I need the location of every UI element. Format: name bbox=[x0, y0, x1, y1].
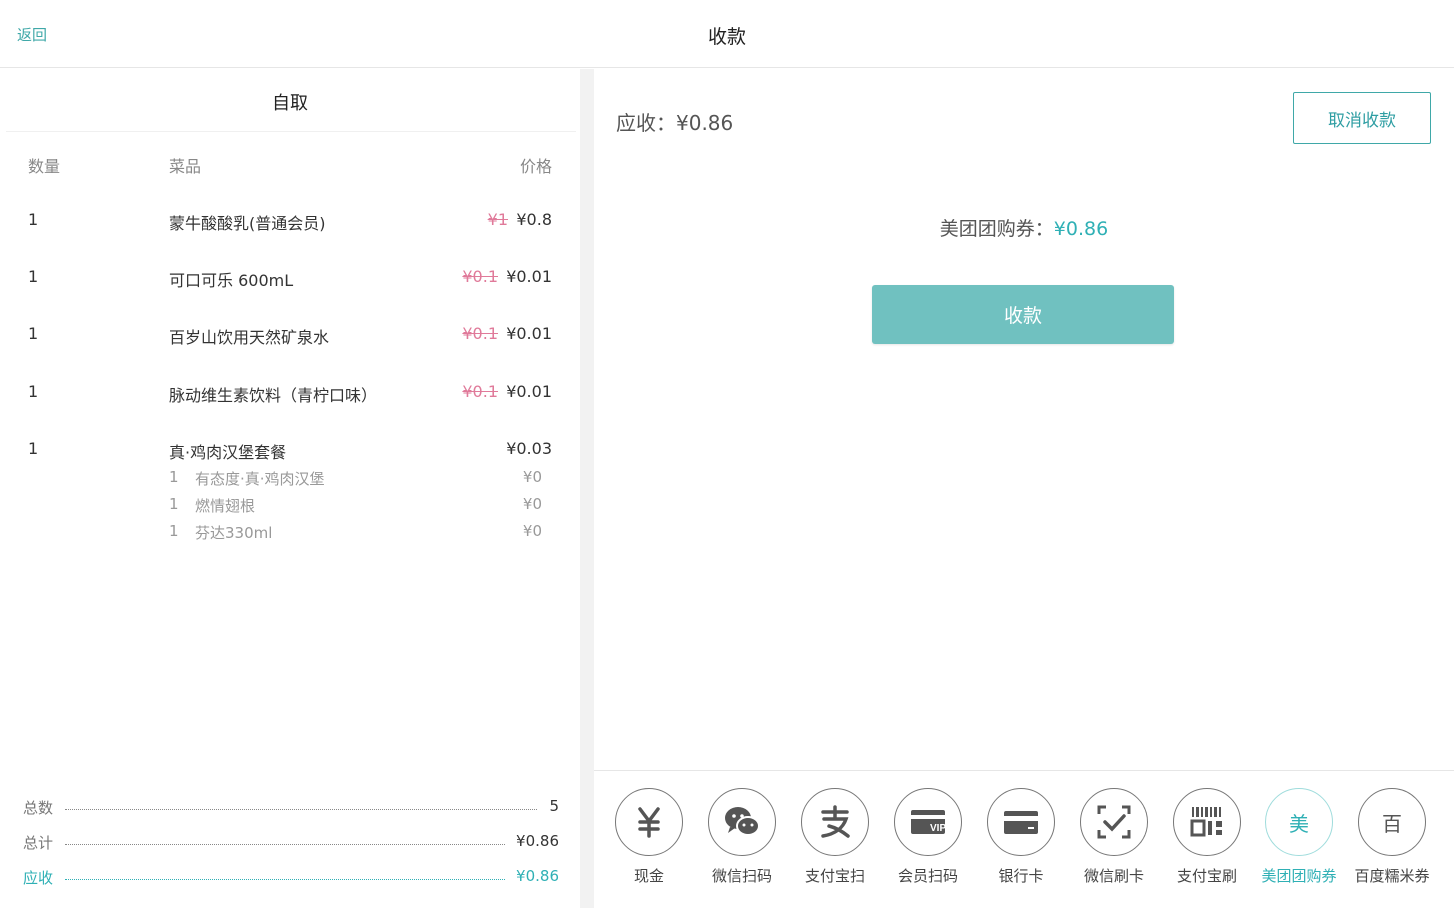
amount-due: 应收：¥0.86 bbox=[616, 111, 734, 135]
method-label: 支付宝刷 bbox=[1176, 867, 1237, 885]
wechat-icon bbox=[708, 788, 776, 856]
method-label: 银行卡 bbox=[998, 867, 1044, 885]
leader-dots bbox=[65, 844, 505, 845]
summary-count-label: 总数 bbox=[23, 799, 54, 817]
baidu-nuomi-icon: 百 bbox=[1358, 788, 1426, 856]
summary-count: 总数 5 bbox=[23, 797, 559, 819]
cancel-payment-button[interactable]: 取消收款 bbox=[1293, 92, 1431, 144]
order-item-row: 1 蒙牛酸酸乳(普通会员) ¥1 ¥0.8 bbox=[0, 210, 580, 240]
column-header-item: 菜品 bbox=[169, 157, 202, 176]
method-alipay-scan[interactable]: 支付宝扫 bbox=[788, 788, 882, 886]
vip-card-icon: VIP bbox=[894, 788, 962, 856]
summary-due-label: 应收 bbox=[23, 869, 54, 887]
summary-due: 应收 ¥0.86 bbox=[23, 867, 559, 889]
barcode-icon bbox=[1173, 788, 1241, 856]
item-name: 真·鸡肉汉堡套餐 bbox=[169, 443, 287, 462]
sub-item-name: 芬达330ml bbox=[195, 524, 273, 542]
sub-item-name: 有态度·真·鸡肉汉堡 bbox=[195, 470, 325, 488]
method-alipay-card[interactable]: 支付宝刷 bbox=[1160, 788, 1254, 886]
voucher-amount-line: 美团团购券：¥0.86 bbox=[594, 214, 1454, 241]
method-baidu-nuomi-voucher[interactable]: 百 百度糯米券 bbox=[1345, 788, 1439, 886]
item-name: 可口可乐 600mL bbox=[169, 271, 294, 290]
sub-item-name: 燃情翅根 bbox=[195, 497, 256, 515]
title-divider bbox=[6, 131, 576, 132]
method-label: 会员扫码 bbox=[897, 867, 958, 885]
summary-count-value: 5 bbox=[549, 797, 559, 815]
sub-item-price: ¥0 bbox=[522, 468, 542, 486]
method-wechat-card[interactable]: 微信刷卡 bbox=[1067, 788, 1161, 886]
payment-methods-bar: 现金 微信扫码 支付宝扫 VIP 会员扫码 银行卡 微信刷卡 支付宝刷 美 美团… bbox=[594, 770, 1454, 908]
meituan-icon: 美 bbox=[1265, 788, 1333, 856]
item-qty: 1 bbox=[28, 324, 39, 343]
item-original-price: ¥1 bbox=[487, 210, 508, 229]
item-qty: 1 bbox=[28, 382, 39, 401]
item-price: ¥0.01 bbox=[506, 324, 552, 343]
voucher-amount: ¥0.86 bbox=[1053, 218, 1109, 240]
method-label: 微信扫码 bbox=[711, 867, 772, 885]
item-qty: 1 bbox=[28, 210, 39, 229]
item-price: ¥0.01 bbox=[506, 267, 552, 286]
item-price: ¥0.01 bbox=[506, 382, 552, 401]
baidu-glyph: 百 bbox=[1382, 811, 1402, 836]
voucher-label: 美团团购券： bbox=[939, 218, 1054, 240]
item-price: ¥0.03 bbox=[506, 439, 552, 458]
item-name: 百岁山饮用天然矿泉水 bbox=[169, 328, 330, 347]
payment-panel: 应收：¥0.86 取消收款 美团团购券：¥0.86 收款 现金 微信扫码 支付宝… bbox=[594, 69, 1454, 908]
column-header-qty: 数量 bbox=[28, 157, 61, 176]
summary-total: 总计 ¥0.86 bbox=[23, 832, 559, 854]
leader-dots bbox=[65, 809, 537, 810]
scan-check-icon bbox=[1080, 788, 1148, 856]
method-label: 现金 bbox=[633, 867, 664, 885]
item-name: 脉动维生素饮料（青柠口味） bbox=[169, 386, 378, 405]
method-member-scan[interactable]: VIP 会员扫码 bbox=[881, 788, 975, 886]
yuan-icon bbox=[615, 788, 683, 856]
order-item-row: 1 百岁山饮用天然矿泉水 ¥0.1 ¥0.01 bbox=[0, 324, 580, 354]
meituan-glyph: 美 bbox=[1289, 811, 1309, 836]
sub-item-price: ¥0 bbox=[522, 495, 542, 513]
order-item-row: 1 可口可乐 600mL ¥0.1 ¥0.01 bbox=[0, 267, 580, 297]
top-bar: 返回 收款 bbox=[0, 0, 1454, 68]
method-wechat-scan[interactable]: 微信扫码 bbox=[695, 788, 789, 886]
item-original-price: ¥0.1 bbox=[462, 382, 498, 401]
item-price: ¥0.8 bbox=[516, 210, 552, 229]
panel-divider bbox=[580, 69, 594, 908]
order-type-title: 自取 bbox=[272, 93, 308, 114]
method-label: 支付宝扫 bbox=[804, 867, 865, 885]
summary-due-value: ¥0.86 bbox=[516, 867, 559, 885]
method-label: 百度糯米券 bbox=[1354, 867, 1430, 885]
svg-text:VIP: VIP bbox=[930, 823, 946, 834]
summary-total-value: ¥0.86 bbox=[516, 832, 559, 850]
item-qty: 1 bbox=[28, 439, 39, 458]
sub-item-qty: 1 bbox=[169, 522, 179, 540]
sub-item-qty: 1 bbox=[169, 495, 179, 513]
method-bank-card[interactable]: 银行卡 bbox=[974, 788, 1068, 886]
method-cash[interactable]: 现金 bbox=[602, 788, 696, 886]
order-panel: 自取 数量 菜品 价格 1 蒙牛酸酸乳(普通会员) ¥1 ¥0.8 1 可口可乐… bbox=[0, 69, 580, 908]
collect-payment-button[interactable]: 收款 bbox=[872, 285, 1174, 344]
item-original-price: ¥0.1 bbox=[462, 324, 498, 343]
item-name: 蒙牛酸酸乳(普通会员) bbox=[169, 214, 326, 233]
method-meituan-voucher[interactable]: 美 美团团购券 bbox=[1252, 788, 1346, 886]
bank-card-icon bbox=[987, 788, 1055, 856]
order-item-row: 1 真·鸡肉汉堡套餐 ¥0.03 bbox=[0, 439, 580, 469]
page-title: 收款 bbox=[707, 26, 746, 48]
item-original-price: ¥0.1 bbox=[462, 267, 498, 286]
item-qty: 1 bbox=[28, 267, 39, 286]
method-label: 微信刷卡 bbox=[1083, 867, 1144, 885]
summary-total-label: 总计 bbox=[23, 834, 54, 852]
method-label: 美团团购券 bbox=[1261, 867, 1337, 885]
alipay-icon bbox=[801, 788, 869, 856]
leader-dots bbox=[65, 879, 505, 880]
order-item-row: 1 脉动维生素饮料（青柠口味） ¥0.1 ¥0.01 bbox=[0, 382, 580, 412]
sub-item-qty: 1 bbox=[169, 468, 179, 486]
column-header-price: 价格 bbox=[519, 157, 552, 176]
sub-item-price: ¥0 bbox=[522, 522, 542, 540]
